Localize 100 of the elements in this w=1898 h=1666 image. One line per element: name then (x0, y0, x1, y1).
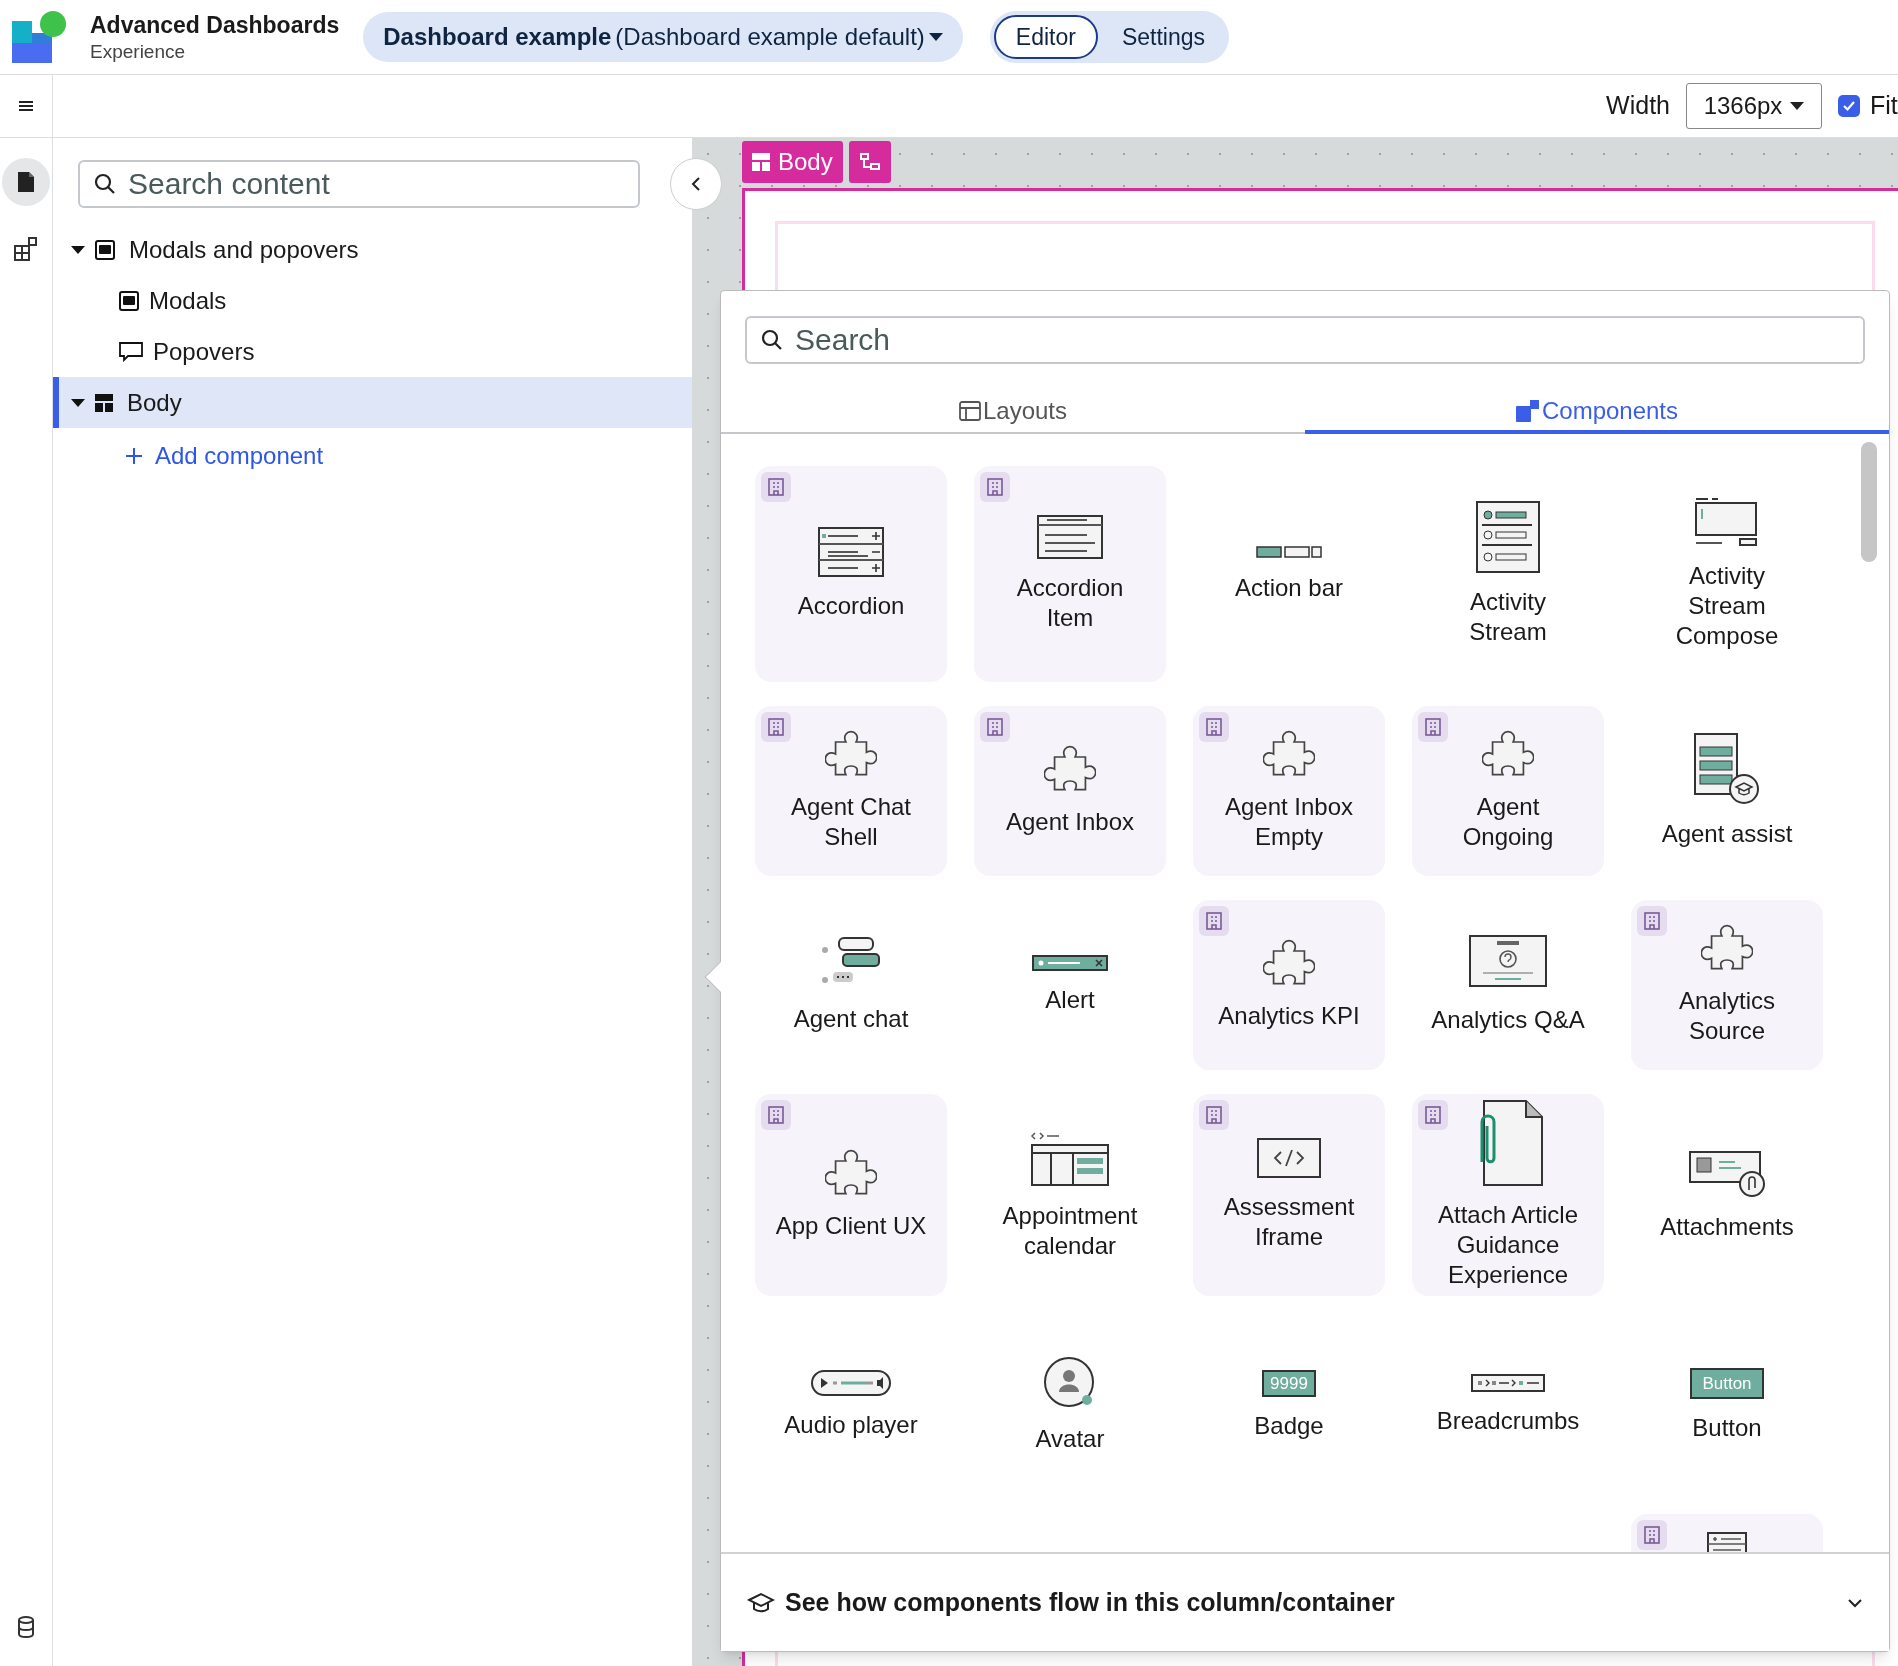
app-subtitle: Experience (90, 39, 187, 64)
component-card[interactable]: Attach Article Guidance Experience (1412, 1094, 1604, 1296)
code-window-icon (1257, 1138, 1321, 1178)
chevron-down-icon[interactable] (1847, 1597, 1863, 1608)
component-name: Agent chat (793, 1004, 909, 1034)
modal-icon (95, 239, 115, 260)
component-tile[interactable]: Activity Stream Compose (1631, 466, 1823, 682)
component-card[interactable]: Accordion (755, 466, 947, 682)
component-name: Analytics Q&A (1431, 1005, 1585, 1035)
modal-icon (119, 290, 139, 311)
layout-icon (95, 393, 113, 412)
component-card[interactable]: Agent Ongoing (1412, 706, 1604, 876)
building-icon (980, 712, 1010, 742)
picker-tab[interactable]: Layouts (721, 392, 1305, 434)
add-component-link[interactable]: Add component (125, 438, 324, 474)
calendar-grid-icon (1031, 1129, 1109, 1187)
hierarchy-icon (859, 153, 880, 171)
component-card[interactable]: Agent Chat Shell (755, 706, 947, 876)
building-icon (1418, 712, 1448, 742)
page-icon[interactable] (2, 158, 50, 206)
button-sample: Button (1690, 1367, 1764, 1399)
caret-down-icon[interactable] (71, 244, 85, 255)
component-card[interactable]: Analytics Source (1631, 900, 1823, 1070)
component-name: Audio player (784, 1410, 918, 1440)
list-panel-icon (818, 527, 884, 577)
building-icon (980, 472, 1010, 502)
component-name: Accordion Item (1015, 573, 1125, 633)
building-icon (761, 712, 791, 742)
caret-down-icon (928, 32, 943, 42)
component-tile[interactable]: Attachments (1631, 1094, 1823, 1296)
hierarchy-button[interactable] (848, 141, 891, 183)
component-card[interactable]: App Client UX (755, 1094, 947, 1296)
caret-down-icon[interactable] (71, 397, 85, 408)
scrollbar[interactable] (1861, 442, 1877, 562)
tree-item[interactable]: Modals (53, 275, 692, 326)
picker-tab[interactable]: Components (1305, 392, 1889, 434)
layout-icon (752, 153, 770, 171)
component-name: Accordion (797, 591, 905, 621)
avatar-icon (1043, 1356, 1097, 1410)
puzzle-icon (1263, 939, 1315, 987)
fit-checkbox[interactable] (1838, 95, 1860, 117)
component-card[interactable]: Accordion Item (974, 466, 1166, 682)
component-tile[interactable]: Agent assist (1631, 706, 1823, 876)
building-icon (761, 472, 791, 502)
flow-help-text[interactable]: See how components flow in this column/container (785, 1583, 1395, 1622)
menu-icon[interactable] (18, 100, 34, 112)
component-name: Breadcrumbs (1436, 1406, 1580, 1436)
mode-tab[interactable]: Settings (1101, 15, 1226, 59)
component-name: App Client UX (775, 1211, 927, 1241)
component-tile[interactable]: Avatar (974, 1320, 1166, 1490)
width-select[interactable]: 1366px (1686, 83, 1822, 129)
search-field[interactable]: Search (745, 316, 1865, 364)
tree-item[interactable]: Body (53, 377, 692, 428)
blocks-icon (1515, 400, 1540, 422)
component-tile[interactable]: Audio player (755, 1320, 947, 1490)
body-tag[interactable]: Body (742, 141, 843, 183)
puzzle-icon (1701, 924, 1753, 972)
component-tile[interactable]: Analytics Q&A (1412, 900, 1604, 1070)
component-name: Activity Stream Compose (1674, 561, 1780, 651)
alert-bar-icon (1032, 955, 1108, 971)
building-icon (1418, 1100, 1448, 1130)
component-card[interactable]: Analytics KPI (1193, 900, 1385, 1070)
fit-label: Fit (1870, 90, 1898, 122)
puzzle-icon (1044, 745, 1096, 793)
component-tile[interactable]: Appointment calendar (974, 1094, 1166, 1296)
component-tile[interactable]: Button Button (1631, 1320, 1823, 1490)
plus-icon (125, 447, 143, 465)
width-label: Width (1606, 90, 1670, 122)
component-tile[interactable]: Activity Stream (1412, 466, 1604, 682)
component-name: Appointment calendar (1001, 1201, 1139, 1261)
search-icon (761, 329, 783, 351)
component-name: Assessment Iframe (1222, 1192, 1356, 1252)
chevron-left-icon (691, 176, 701, 192)
app-title: Advanced Dashboards (90, 10, 340, 40)
component-name: Badge (1254, 1410, 1324, 1441)
puzzle-icon (1263, 730, 1315, 778)
building-icon (1199, 1100, 1229, 1130)
page-selector[interactable]: Dashboard example (Dashboard example default) (363, 12, 963, 62)
tree-item[interactable]: Popovers (53, 326, 692, 377)
component-card[interactable]: Assessment Iframe (1193, 1094, 1385, 1296)
component-tile[interactable]: 9999 Badge (1193, 1320, 1385, 1490)
component-name: Agent assist (1661, 819, 1793, 849)
widgets-icon[interactable] (13, 236, 39, 262)
component-tile[interactable]: Agent chat (755, 900, 947, 1070)
component-name: Attach Article Guidance Experience (1436, 1200, 1580, 1290)
puzzle-icon (825, 1149, 877, 1197)
text-box-icon (1694, 497, 1760, 547)
checkmark-icon (1842, 100, 1856, 112)
database-icon[interactable] (17, 1616, 35, 1638)
search-field[interactable]: Search content (78, 160, 640, 208)
mode-tab[interactable]: Editor (993, 15, 1098, 59)
component-tile[interactable]: Breadcrumbs (1412, 1320, 1604, 1490)
component-tile[interactable]: Action bar (1193, 466, 1385, 682)
component-card[interactable]: Agent Inbox Empty (1193, 706, 1385, 876)
tree-item[interactable]: Modals and popovers (53, 224, 692, 275)
building-icon (1637, 1520, 1667, 1550)
component-name: Avatar (1035, 1424, 1105, 1454)
list-document-icon (1476, 501, 1540, 573)
component-tile[interactable]: Alert (974, 900, 1166, 1070)
component-card[interactable]: Agent Inbox (974, 706, 1166, 876)
